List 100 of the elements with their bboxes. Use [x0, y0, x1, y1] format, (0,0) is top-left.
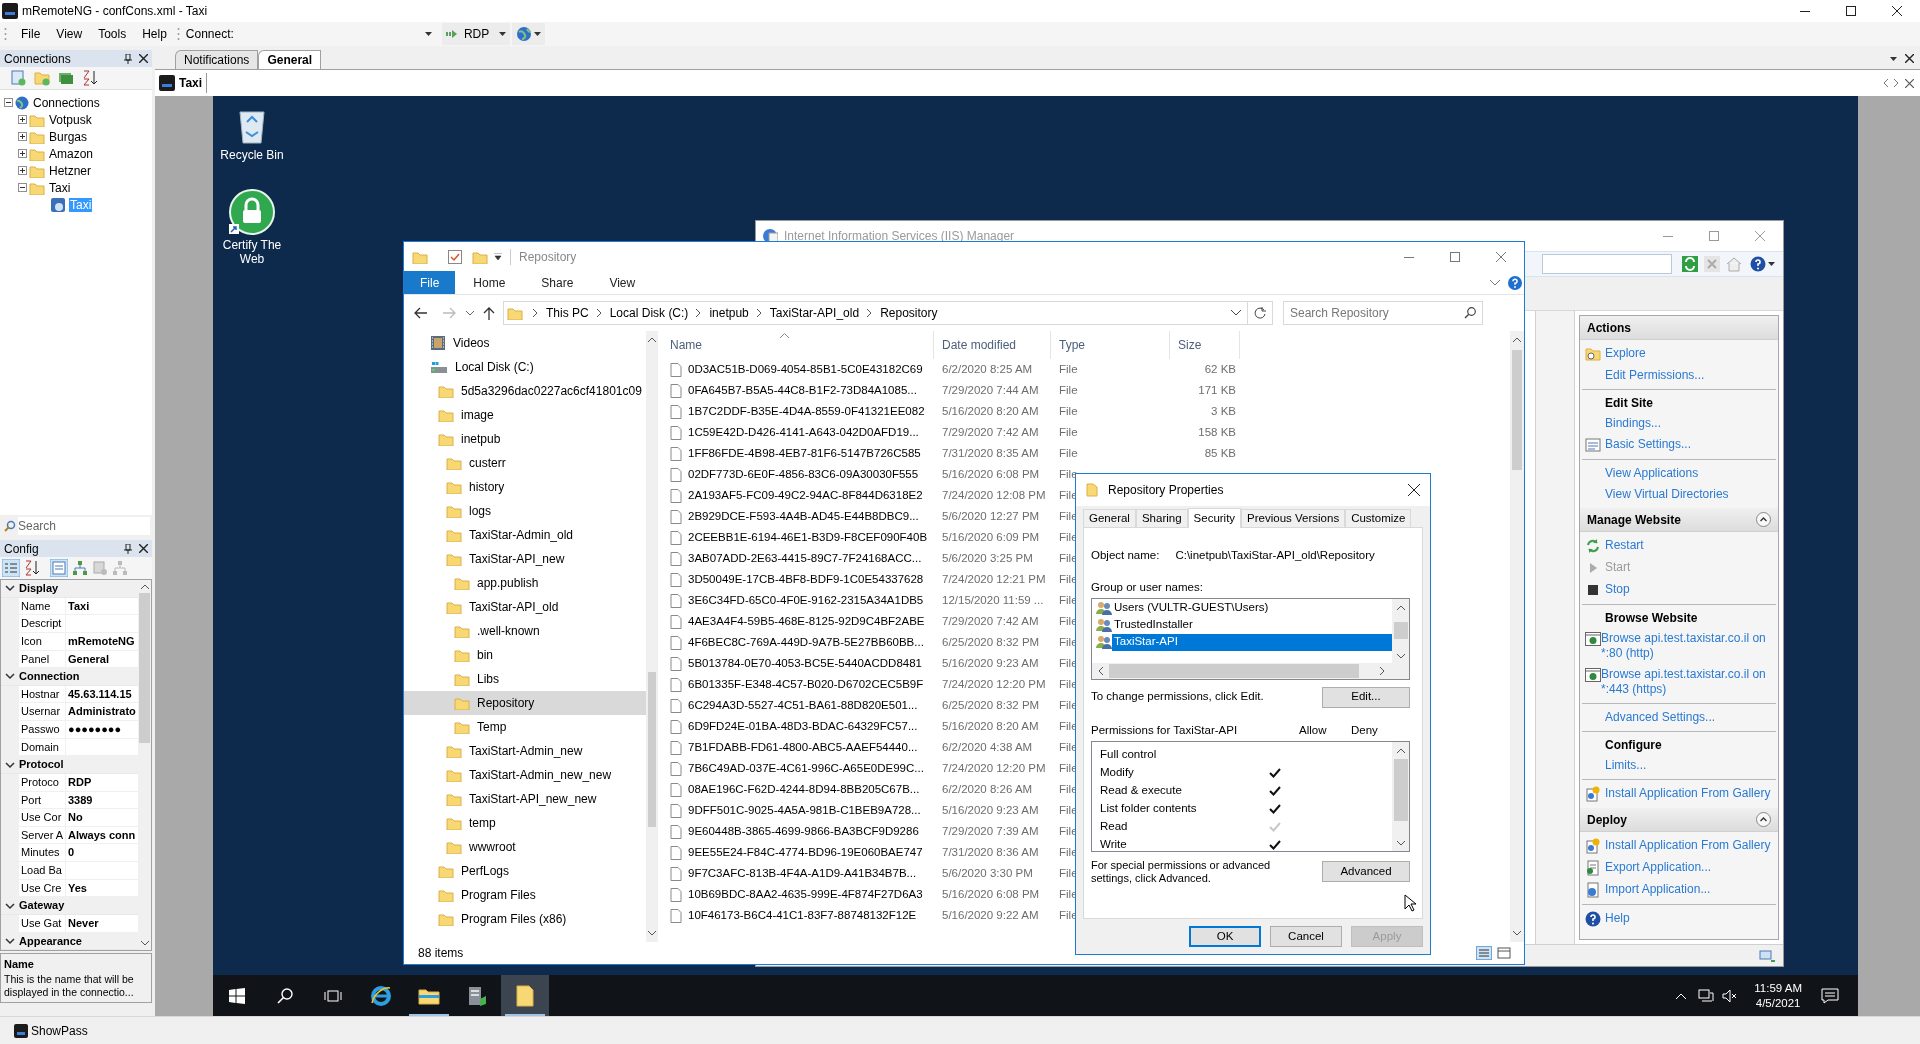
file-name[interactable]: 6B01335F-E348-4C57-B020-D6702CEC5B9F [688, 675, 924, 694]
padlock-shortcut-icon[interactable] [228, 188, 276, 236]
action-link[interactable]: Basic Settings... [1605, 437, 1696, 452]
dropdown-caret-icon[interactable] [1890, 57, 1897, 61]
ribbon-tab[interactable]: Share [523, 271, 592, 294]
file-name[interactable]: 9EE55E24-F84C-4774-BD96-19E060BAE747 [688, 843, 923, 862]
customize-caret-icon[interactable] [494, 253, 502, 260]
nav-item[interactable]: inetpub [404, 427, 646, 451]
file-name[interactable]: 10F46173-B6C4-41C1-83F7-88748132F12E [688, 906, 917, 925]
column-header[interactable]: Date modified [934, 331, 1051, 359]
volume-muted-icon[interactable] [1722, 988, 1739, 1003]
file-name[interactable]: 4F6BEC8C-769A-449D-9A7B-5E27BB60BB... [688, 633, 924, 652]
rdp-button[interactable]: RDP [441, 23, 511, 45]
sessions-icon[interactable] [58, 70, 74, 86]
scroll-up-icon[interactable] [1513, 337, 1521, 342]
tree-item[interactable]: Amazon [48, 146, 95, 161]
collapse-chevron-icon[interactable] [5, 583, 15, 594]
back-icon[interactable] [414, 307, 428, 319]
network-icon[interactable] [1698, 988, 1715, 1003]
user-list-item[interactable]: TaxiStar-API [1112, 633, 1392, 651]
file-name[interactable]: 6C294A3D-5527-4C51-BA61-88D820E501... [688, 696, 918, 715]
scrollbar-thumb[interactable] [139, 593, 150, 743]
tree-item[interactable]: Taxi [48, 180, 72, 195]
scroll-down-icon[interactable] [140, 941, 149, 946]
scroll-down-icon[interactable] [648, 931, 656, 936]
file-name[interactable]: 1FF86FDE-4B98-4EB7-81F6-5147B726C585 [688, 444, 921, 463]
scrollbar-thumb[interactable] [1109, 663, 1359, 678]
properties-check-icon[interactable] [448, 249, 462, 264]
file-name[interactable]: 3AB07ADD-2E63-4415-89C7-7F24168ACC... [688, 549, 922, 568]
column-header[interactable]: Name [662, 331, 934, 359]
scroll-up-icon[interactable] [648, 337, 656, 342]
expand-icon[interactable] [18, 132, 27, 141]
breadcrumb-item[interactable]: Repository [880, 304, 938, 322]
tiles-view-icon[interactable] [1496, 946, 1512, 960]
file-name[interactable]: 10B69BDC-8AA2-4635-999E-4F874F27D6A3 [688, 885, 923, 904]
advanced-button[interactable]: Advanced [1322, 860, 1410, 882]
dialog-tab[interactable]: Customize [1345, 509, 1412, 527]
scrollbar-thumb[interactable] [1512, 350, 1522, 470]
breadcrumb-item[interactable]: Local Disk (C:) [609, 304, 689, 322]
expand-icon[interactable] [18, 115, 27, 124]
file-name[interactable]: 1B7C2DDF-B35E-4D4A-8559-0F41321EE082 [688, 402, 925, 421]
close-icon[interactable] [1905, 78, 1914, 88]
collapse-icon[interactable] [1756, 812, 1771, 827]
nav-item[interactable]: bin [404, 643, 646, 667]
file-name[interactable]: 5B013784-0E70-4053-BC5E-5440ACDD8481 [688, 654, 922, 673]
file-name[interactable]: 2B929DCE-F593-4A4B-AD45-E44B8DBC9... [688, 507, 919, 526]
scroll-right-icon[interactable] [1894, 79, 1899, 87]
taskbar-app-button[interactable] [501, 975, 549, 1016]
menu-item[interactable]: Help [134, 23, 175, 45]
file-name[interactable]: 9DFF501C-9025-4A5A-981B-C1BEB9A728... [688, 801, 921, 820]
hierarchy-icon[interactable] [72, 560, 88, 576]
panel-tab[interactable]: General [258, 50, 322, 69]
nav-item[interactable]: TaxiStart-Admin_new_new [404, 763, 646, 787]
expand-icon[interactable] [18, 149, 27, 158]
history-caret-icon[interactable] [1231, 310, 1241, 316]
scrollbar-thumb[interactable] [1393, 621, 1408, 639]
action-link[interactable]: Import Application... [1605, 882, 1715, 897]
scroll-up-icon[interactable] [140, 584, 149, 589]
action-link[interactable]: Edit Permissions... [1605, 368, 1709, 383]
action-link[interactable]: Restart [1605, 538, 1648, 553]
scroll-up-icon[interactable] [1396, 604, 1405, 610]
desktop-icon-label[interactable]: Certify The Web [214, 238, 290, 266]
up-icon[interactable] [483, 306, 495, 320]
file-name[interactable]: 7B6C49AD-037E-4C61-996C-A65E0DE99C... [688, 759, 924, 778]
recent-caret-icon[interactable] [466, 310, 474, 316]
nav-item[interactable]: Videos [404, 331, 646, 355]
file-name[interactable]: 2A193AF5-FC09-49C2-94AC-8F844D6318E2 [688, 486, 923, 505]
ribbon-tab[interactable]: View [591, 271, 654, 294]
nav-item[interactable]: Program Files [404, 883, 646, 907]
file-name[interactable]: 3D50049E-17CB-4BF8-BDF9-1C0E54337628 [688, 570, 924, 589]
nav-item[interactable]: history [404, 475, 646, 499]
tree-item[interactable]: Votpusk [48, 112, 93, 127]
file-name[interactable]: 2CEEBB1E-6194-46E1-B3D9-F8CEF090F40B [688, 528, 928, 547]
breadcrumb-item[interactable]: This PC [546, 304, 589, 322]
nav-item[interactable]: .well-known [404, 619, 646, 643]
file-name[interactable]: 08AE196C-F62D-4244-8D94-8BB205C67B... [688, 780, 920, 799]
tree-item[interactable]: Burgas [48, 129, 89, 144]
action-link[interactable]: Browse api.test.taxistar.co.il on *:80 (http) [1601, 631, 1776, 661]
breadcrumb-item[interactable]: TaxiStar-API_old [769, 304, 860, 322]
menu-item[interactable]: Tools [90, 23, 135, 45]
clock[interactable]: 11:59 AM 4/5/2021 [1748, 980, 1808, 1011]
menu-item[interactable]: View [48, 23, 91, 45]
nav-item[interactable]: app.publish [404, 571, 646, 595]
dialog-tab[interactable]: Previous Versions [1241, 509, 1346, 527]
search-field[interactable]: Search [18, 517, 150, 535]
nav-item[interactable]: TaxiStart-Admin_new [404, 739, 646, 763]
nav-item[interactable]: custerr [404, 451, 646, 475]
nav-item[interactable]: temp [404, 811, 646, 835]
scroll-left-icon[interactable] [1098, 666, 1103, 675]
scroll-left-icon[interactable] [1883, 79, 1888, 87]
help-icon[interactable] [1750, 256, 1766, 272]
address-bar[interactable]: This PC Local Disk (C:) inetpub TaxiStar-API_old Repository [503, 301, 1273, 325]
search-field[interactable]: Search Repository [1283, 301, 1483, 325]
nav-item[interactable]: TaxiStart-API_new_new [404, 787, 646, 811]
action-link[interactable]: Browse api.test.taxistar.co.il on *:443 (https) [1601, 667, 1776, 697]
action-link[interactable]: Limits... [1605, 758, 1651, 773]
nav-item[interactable]: logs [404, 499, 646, 523]
refresh-icon[interactable] [1254, 307, 1266, 319]
action-link[interactable]: View Applications [1605, 466, 1703, 481]
collapse-chevron-icon[interactable] [5, 900, 15, 911]
